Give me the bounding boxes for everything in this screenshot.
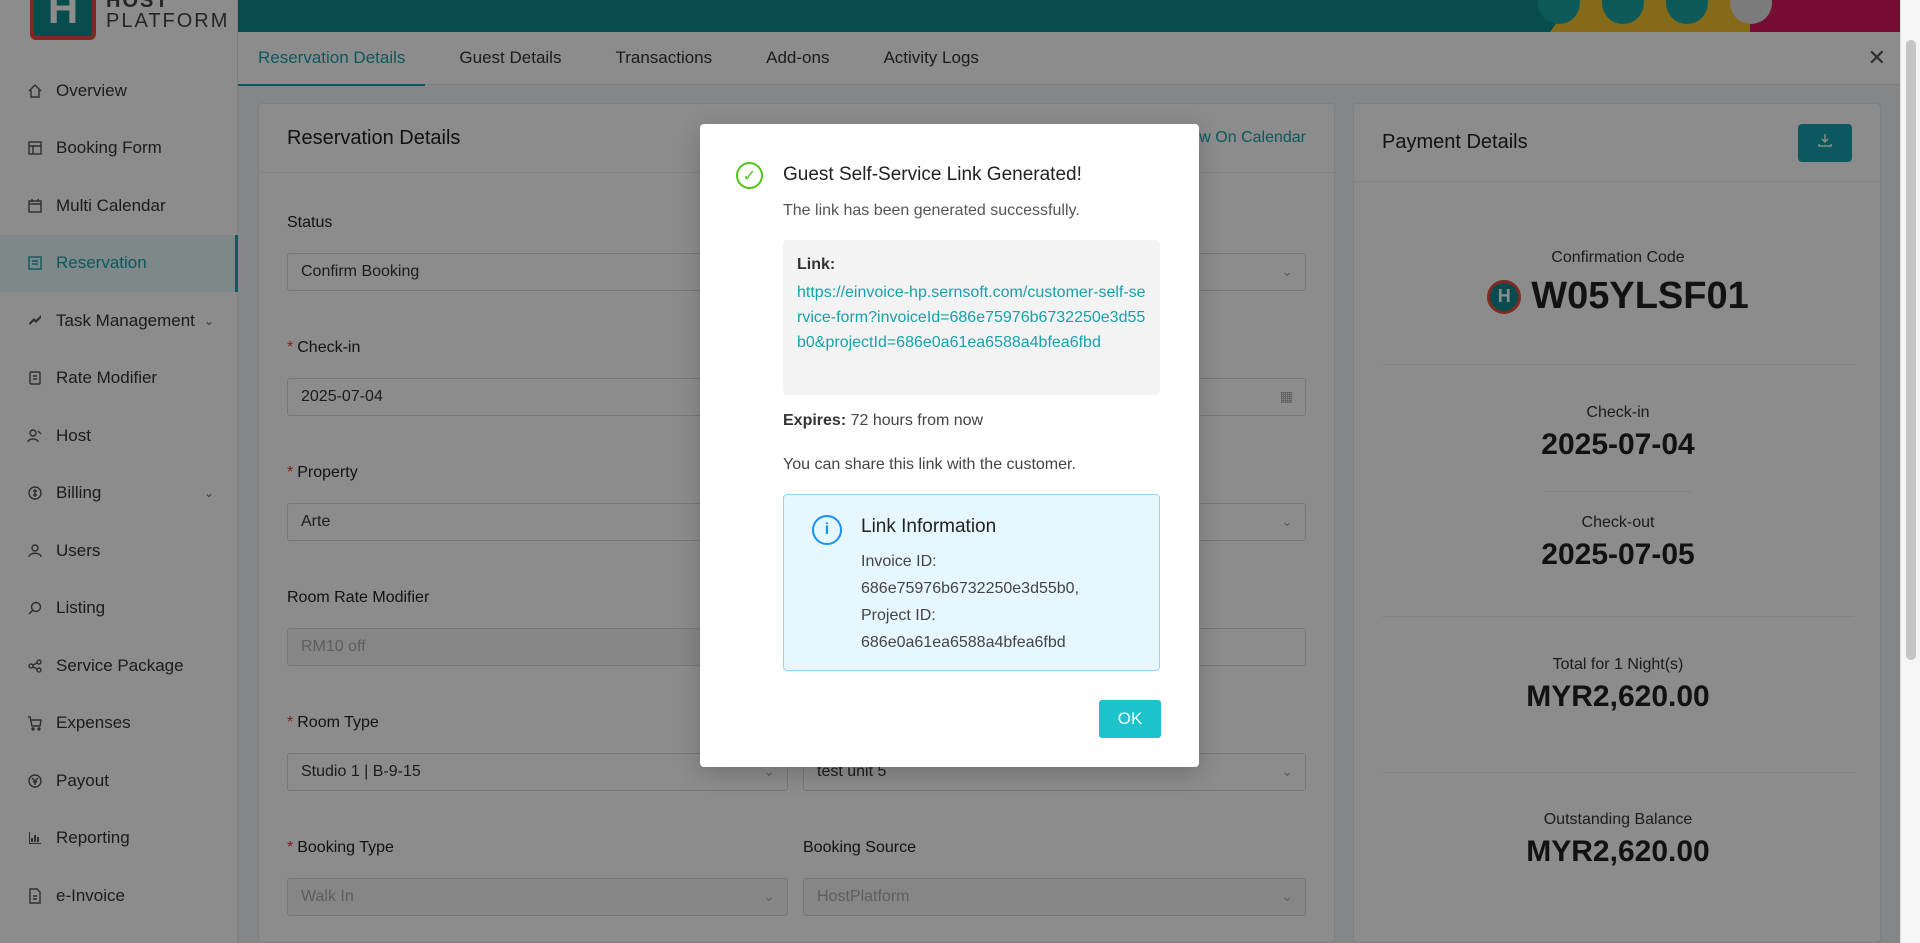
modal-title: Guest Self-Service Link Generated! <box>783 164 1082 185</box>
expires-label: Expires: <box>783 412 847 429</box>
invoice-id-value: 686e75976b6732250e3d55b0, <box>861 580 1080 597</box>
link-label: Link: <box>797 256 836 273</box>
expires-value: 72 hours from now <box>846 412 984 429</box>
scrollbar-thumb[interactable] <box>1906 40 1916 660</box>
project-id-label: Project ID: <box>861 607 936 624</box>
modal-subtitle: The link has been generated successfully… <box>783 202 1080 219</box>
link-information-box: i Link Information Invoice ID: 686e75976… <box>783 494 1160 671</box>
info-title: Link Information <box>861 516 997 537</box>
success-check-icon: ✓ <box>736 162 763 189</box>
info-icon: i <box>812 515 842 545</box>
link-generated-modal: ✓ Guest Self-Service Link Generated! The… <box>700 124 1199 767</box>
invoice-id-label: Invoice ID: <box>861 553 937 570</box>
expires-text: Expires: 72 hours from now <box>783 412 983 430</box>
project-id-value: 686e0a61ea6588a4bfea6fbd <box>861 634 1066 651</box>
ok-button[interactable]: OK <box>1099 700 1161 738</box>
generated-link[interactable]: https://einvoice-hp.sernsoft.com/custome… <box>797 280 1146 355</box>
page-scrollbar[interactable] <box>1900 0 1920 943</box>
info-body: Invoice ID: 686e75976b6732250e3d55b0, Pr… <box>861 548 1079 656</box>
link-box: Link: https://einvoice-hp.sernsoft.com/c… <box>783 240 1160 395</box>
share-text: You can share this link with the custome… <box>783 456 1076 473</box>
